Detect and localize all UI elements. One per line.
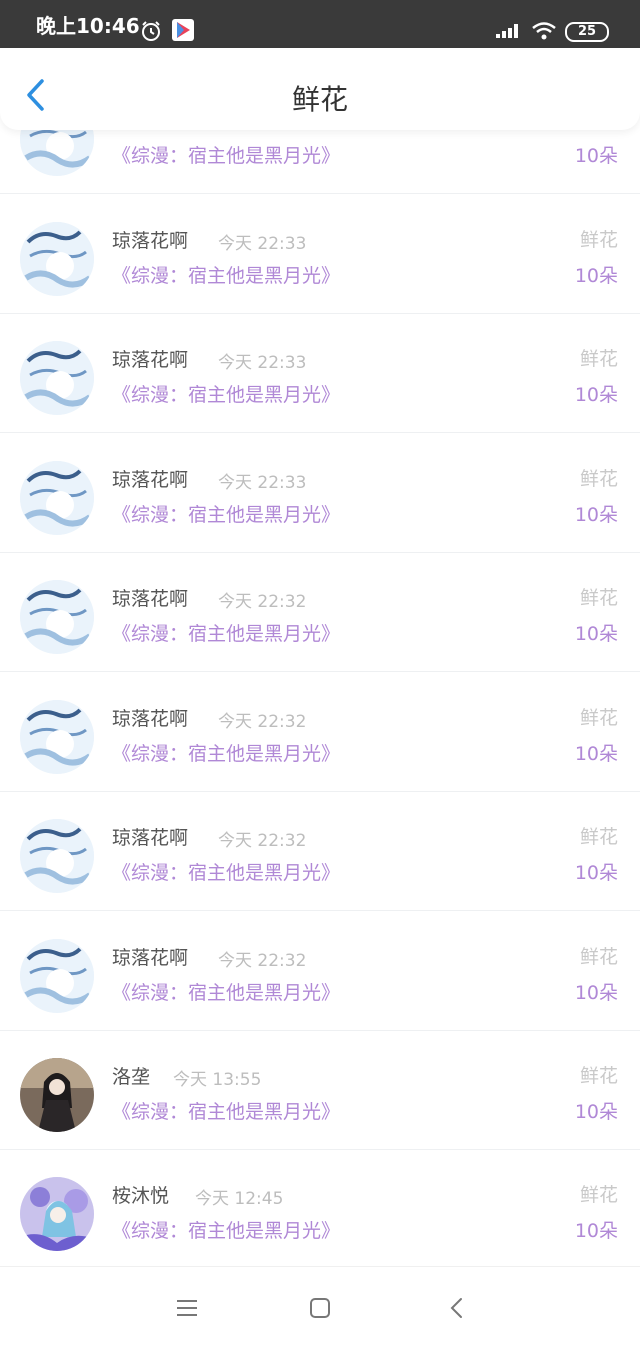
timestamp: 今天 22:32 [218, 592, 307, 612]
book-title[interactable]: 《综漫：宿主他是黑月光》 [112, 261, 340, 288]
gift-type: 鲜花 [579, 229, 618, 251]
gift-type: 鲜花 [579, 1184, 618, 1206]
menu-icon[interactable] [176, 1297, 198, 1319]
avatar[interactable] [20, 819, 94, 893]
avatar[interactable] [20, 1177, 94, 1251]
list-item[interactable]: 琼落花啊 今天 22:33 《综漫：宿主他是黑月光》 鲜花 10朵 [0, 314, 640, 433]
alarm-icon [142, 21, 160, 41]
list-item[interactable]: 琼落花啊 今天 22:32 《综漫：宿主他是黑月光》 鲜花 10朵 [0, 673, 640, 792]
timestamp: 今天 13:55 [173, 1070, 262, 1090]
user-name[interactable]: 琼落花啊 [112, 465, 188, 492]
user-name[interactable]: 琼落花啊 [112, 226, 188, 253]
divider [0, 671, 640, 672]
gift-type: 鲜花 [579, 1065, 618, 1087]
gift-count: 10朵 [574, 1101, 618, 1123]
status-time: 晚上10:46 [36, 14, 140, 38]
list-item[interactable]: 琼落花啊 今天 22:32 《综漫：宿主他是黑月光》 鲜花 10朵 [0, 912, 640, 1031]
avatar[interactable] [20, 461, 94, 535]
timestamp: 今天 22:32 [218, 831, 307, 851]
gift-count: 10朵 [574, 145, 618, 167]
avatar[interactable] [20, 580, 94, 654]
back-nav-icon[interactable] [446, 1297, 468, 1319]
battery-icon: 25 [565, 22, 609, 42]
gift-count: 10朵 [574, 1220, 618, 1242]
book-title[interactable]: 《综漫：宿主他是黑月光》 [112, 858, 340, 885]
gift-type: 鲜花 [579, 587, 618, 609]
timestamp: 今天 22:32 [218, 951, 307, 971]
gift-count: 10朵 [574, 862, 618, 884]
avatar[interactable] [20, 939, 94, 1013]
page-title: 鲜花 [291, 83, 348, 116]
divider [0, 432, 640, 433]
avatar[interactable] [20, 341, 94, 415]
list-item[interactable]: 琼落花啊 今天 22:32 《综漫：宿主他是黑月光》 鲜花 10朵 [0, 792, 640, 911]
status-bar: 晚上10:46 25 [0, 0, 640, 48]
play-store-icon [172, 19, 194, 41]
wifi-icon [532, 22, 556, 40]
timestamp: 今天 22:33 [218, 353, 307, 373]
book-title[interactable]: 《综漫：宿主他是黑月光》 [112, 978, 340, 1005]
gift-count: 10朵 [574, 623, 618, 645]
divider [0, 910, 640, 911]
list-item[interactable]: 桉沐悦 今天 12:45 《综漫：宿主他是黑月光》 鲜花 10朵 [0, 1150, 640, 1269]
book-title[interactable]: 《综漫：宿主他是黑月光》 [112, 380, 340, 407]
gift-count: 10朵 [574, 743, 618, 765]
list-item[interactable]: 琼落花啊 今天 22:33 《综漫：宿主他是黑月光》 鲜花 10朵 [0, 195, 640, 314]
timestamp: 今天 22:33 [218, 473, 307, 493]
signal-icon [496, 24, 518, 38]
avatar[interactable] [20, 222, 94, 296]
list-item[interactable]: 洛垄 今天 13:55 《综漫：宿主他是黑月光》 鲜花 10朵 [0, 1031, 640, 1150]
timestamp: 今天 12:45 [195, 1189, 284, 1209]
gift-type: 鲜花 [579, 468, 618, 490]
user-name[interactable]: 琼落花啊 [112, 943, 188, 970]
gift-type: 鲜花 [579, 348, 618, 370]
gift-type: 鲜花 [579, 826, 618, 848]
user-name[interactable]: 琼落花啊 [112, 345, 188, 372]
gift-count: 10朵 [574, 982, 618, 1004]
user-name[interactable]: 琼落花啊 [112, 704, 188, 731]
user-name[interactable]: 琼落花啊 [112, 584, 188, 611]
book-title[interactable]: 《综漫：宿主他是黑月光》 [112, 619, 340, 646]
timestamp: 今天 22:32 [218, 712, 307, 732]
gift-count: 10朵 [574, 384, 618, 406]
gift-type: 鲜花 [579, 946, 618, 968]
user-name[interactable]: 桉沐悦 [112, 1181, 169, 1208]
app-header: 鲜花 [0, 48, 640, 130]
user-name[interactable]: 琼落花啊 [112, 823, 188, 850]
gift-count: 10朵 [574, 504, 618, 526]
avatar[interactable] [20, 1058, 94, 1132]
book-title: 《综漫：宿主他是黑月光》 [112, 145, 341, 167]
system-nav-bar [0, 1266, 640, 1352]
list-item[interactable]: 琼落花啊 今天 22:33 《综漫：宿主他是黑月光》 鲜花 10朵 [0, 434, 640, 553]
gift-type: 鲜花 [579, 707, 618, 729]
divider [0, 193, 640, 194]
timestamp: 今天 22:33 [218, 234, 307, 254]
gift-count: 10朵 [574, 265, 618, 287]
user-name[interactable]: 洛垄 [112, 1062, 150, 1089]
home-icon[interactable] [309, 1297, 331, 1319]
avatar[interactable] [20, 700, 94, 774]
book-title[interactable]: 《综漫：宿主他是黑月光》 [112, 1216, 340, 1243]
book-title[interactable]: 《综漫：宿主他是黑月光》 [112, 1097, 340, 1124]
book-title[interactable]: 《综漫：宿主他是黑月光》 [112, 500, 340, 527]
book-title[interactable]: 《综漫：宿主他是黑月光》 [112, 739, 340, 766]
list-item[interactable]: 琼落花啊 今天 22:32 《综漫：宿主他是黑月光》 鲜花 10朵 [0, 553, 640, 672]
